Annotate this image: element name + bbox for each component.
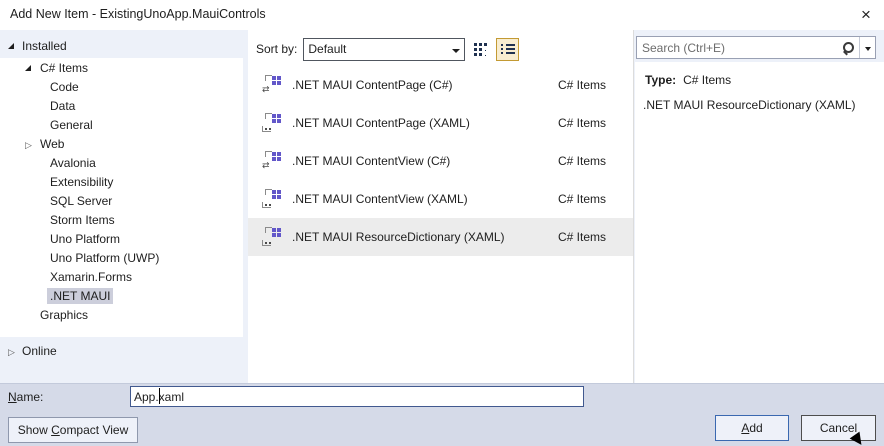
- template-type: C# Items: [557, 192, 606, 206]
- tree-node-installed[interactable]: Installed: [0, 36, 243, 56]
- add-new-item-dialog: Add New Item - ExistingUnoApp.MauiContro…: [0, 0, 884, 446]
- maui-xaml-file-icon: [262, 113, 282, 133]
- template-row-contentview-cs[interactable]: .NET MAUI ContentView (C#) C# Items: [248, 142, 633, 180]
- tree-node-xamarin-forms[interactable]: Xamarin.Forms: [0, 267, 243, 286]
- maui-xaml-file-icon: [262, 189, 282, 209]
- list-view-icon: [500, 43, 515, 55]
- maui-csharp-file-icon: [262, 75, 282, 95]
- maui-csharp-file-icon: [262, 151, 282, 171]
- template-row-resourcedictionary-xaml[interactable]: .NET MAUI ResourceDictionary (XAML) C# I…: [248, 218, 633, 256]
- tree-node-avalonia[interactable]: Avalonia: [0, 153, 243, 172]
- show-compact-view-button[interactable]: Show Compact View: [8, 417, 138, 443]
- category-tree: C# Items Code Data General Web Avalonia …: [0, 58, 243, 337]
- template-type: C# Items: [557, 116, 606, 130]
- template-type: C# Items: [557, 154, 606, 168]
- tree-node-data[interactable]: Data: [0, 96, 243, 115]
- name-input[interactable]: [130, 386, 584, 407]
- small-icons-view-button[interactable]: [469, 38, 492, 61]
- template-type-row: Type: C# Items: [645, 73, 884, 87]
- template-description: .NET MAUI ResourceDictionary (XAML): [643, 98, 856, 112]
- type-label: Type:: [645, 73, 677, 87]
- template-list: .NET MAUI ContentPage (C#) C# Items .NET…: [248, 66, 633, 256]
- expander-closed-icon: [8, 344, 22, 358]
- sort-toolbar: Sort by: Default: [248, 36, 633, 62]
- small-icons-view-icon: [473, 42, 488, 56]
- tree-node-label: Online: [22, 344, 57, 358]
- add-button[interactable]: Add: [715, 415, 789, 441]
- tree-node-online[interactable]: Online: [0, 341, 243, 361]
- name-label: Name:: [8, 390, 44, 404]
- search-icon[interactable]: [842, 41, 856, 55]
- footer-bar: Name: Show Compact View Add Cancel: [0, 383, 884, 446]
- sort-by-label: Sort by:: [256, 42, 298, 56]
- cancel-button[interactable]: Cancel: [801, 415, 876, 441]
- maui-xaml-file-icon: [262, 227, 282, 247]
- title-bar: Add New Item - ExistingUnoApp.MauiContro…: [0, 0, 884, 30]
- tree-node-graphics[interactable]: Graphics: [0, 305, 243, 324]
- template-row-contentpage-xaml[interactable]: .NET MAUI ContentPage (XAML) C# Items: [248, 104, 633, 142]
- expander-open-icon: [8, 43, 22, 49]
- tree-node-web[interactable]: Web: [0, 134, 243, 153]
- list-view-button[interactable]: [496, 37, 520, 61]
- tree-node-csharp-items[interactable]: C# Items: [0, 58, 243, 77]
- close-icon[interactable]: ×: [852, 2, 880, 28]
- expander-closed-icon: [25, 137, 37, 151]
- chevron-down-icon: [448, 42, 464, 56]
- sort-by-dropdown[interactable]: Default: [303, 37, 466, 61]
- tree-node-dotnet-maui[interactable]: .NET MAUI: [0, 286, 243, 305]
- search-dropdown-chevron-icon[interactable]: [860, 41, 875, 55]
- search-box: [636, 36, 876, 59]
- tree-node-label: Installed: [22, 39, 67, 53]
- template-type: C# Items: [557, 78, 606, 92]
- text-caret: [159, 388, 160, 404]
- template-type: C# Items: [557, 230, 606, 244]
- expander-open-icon: [25, 65, 37, 71]
- tree-node-storm-items[interactable]: Storm Items: [0, 210, 243, 229]
- template-list-panel: Sort by: Default .NET MAUI ContentPage (…: [248, 30, 634, 383]
- tree-node-uno-platform[interactable]: Uno Platform: [0, 229, 243, 248]
- tree-node-general[interactable]: General: [0, 115, 243, 134]
- search-input[interactable]: [637, 40, 842, 55]
- tree-node-code[interactable]: Code: [0, 77, 243, 96]
- tree-node-extensibility[interactable]: Extensibility: [0, 172, 243, 191]
- tree-node-sql-server[interactable]: SQL Server: [0, 191, 243, 210]
- tree-node-uno-platform-uwp[interactable]: Uno Platform (UWP): [0, 248, 243, 267]
- type-value: C# Items: [683, 73, 732, 87]
- template-row-contentpage-cs[interactable]: .NET MAUI ContentPage (C#) C# Items: [248, 66, 633, 104]
- dialog-title: Add New Item - ExistingUnoApp.MauiContro…: [10, 7, 266, 21]
- template-details-panel: Type: C# Items .NET MAUI ResourceDictiona…: [635, 62, 884, 383]
- template-row-contentview-xaml[interactable]: .NET MAUI ContentView (XAML) C# Items: [248, 180, 633, 218]
